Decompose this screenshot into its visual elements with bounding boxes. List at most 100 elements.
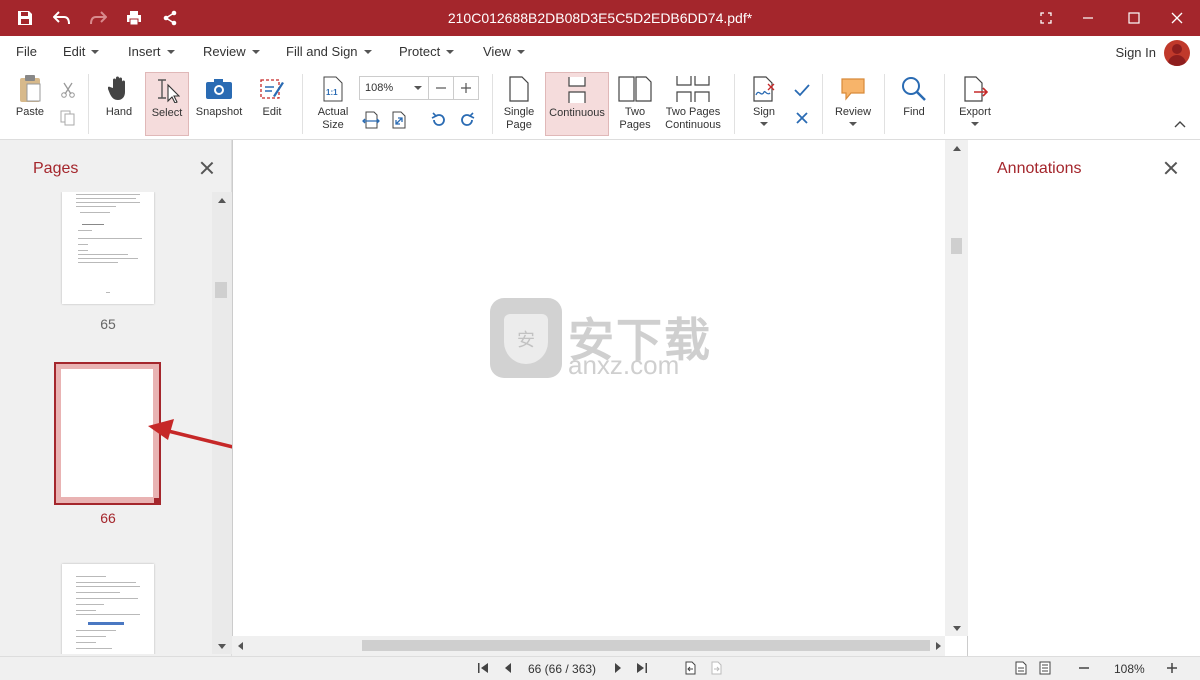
window-title: 210C012688B2DB08D3E5C5D2EDB6DD74.pdf* xyxy=(447,10,753,26)
watermark-en-text: anxz.com xyxy=(568,350,680,380)
copy-icon[interactable] xyxy=(58,108,78,128)
chevron-down-icon[interactable] xyxy=(414,86,422,90)
find-button[interactable]: Find xyxy=(896,72,932,119)
export-button[interactable]: Export xyxy=(955,72,995,126)
zoom-level[interactable]: 108% xyxy=(1114,662,1145,676)
menu-file[interactable]: File xyxy=(16,44,37,59)
sign-in-link[interactable]: Sign In xyxy=(1116,45,1156,60)
sign-label: Sign xyxy=(752,106,776,118)
select-button[interactable]: Select xyxy=(145,72,189,136)
single-page-view-icon[interactable] xyxy=(1013,660,1029,676)
checkmark-icon[interactable] xyxy=(792,80,812,100)
zoom-in-button[interactable] xyxy=(454,77,478,99)
scroll-up-icon[interactable] xyxy=(218,198,226,203)
go-back-view-icon[interactable] xyxy=(682,660,698,676)
maximize-icon[interactable] xyxy=(1124,8,1144,28)
fullscreen-icon[interactable] xyxy=(1036,8,1056,28)
scroll-up-icon[interactable] xyxy=(953,146,961,151)
last-page-icon[interactable] xyxy=(634,660,650,676)
menu-insert[interactable]: Insert xyxy=(128,44,175,59)
continuous-button[interactable]: Continuous xyxy=(545,72,609,136)
collapse-ribbon-icon[interactable] xyxy=(1170,114,1190,134)
paste-label: Paste xyxy=(15,106,45,118)
toolbar-separator xyxy=(822,74,823,134)
signature-icon xyxy=(751,72,777,106)
edit-button[interactable]: Edit xyxy=(254,72,290,119)
page-number-selected: 66 xyxy=(100,510,116,526)
menu-file-label: File xyxy=(16,44,37,59)
two-pages-label: Two Pages xyxy=(619,106,651,131)
sign-button[interactable]: Sign xyxy=(746,72,782,126)
two-pages-continuous-button[interactable]: Two Pages Continuous xyxy=(662,72,724,132)
close-window-icon[interactable] xyxy=(1167,8,1187,28)
menu-protect[interactable]: Protect xyxy=(399,44,455,59)
page-thumbnail[interactable] xyxy=(62,564,154,654)
first-page-icon[interactable] xyxy=(475,660,491,676)
single-page-button[interactable]: Single Page xyxy=(500,72,538,132)
menu-fill-and-sign-label: Fill and Sign xyxy=(286,44,358,59)
chevron-down-icon xyxy=(251,49,260,54)
rotate-left-icon[interactable] xyxy=(429,110,449,130)
menu-edit[interactable]: Edit xyxy=(63,44,100,59)
resize-handle[interactable] xyxy=(154,498,161,505)
document-vertical-scrollbar[interactable] xyxy=(945,140,968,636)
scroll-down-icon[interactable] xyxy=(953,626,961,631)
scroll-thumb[interactable] xyxy=(362,640,930,651)
minimize-icon[interactable] xyxy=(1078,8,1098,28)
minus-icon xyxy=(436,87,446,89)
chevron-down-icon xyxy=(849,122,857,126)
hand-icon xyxy=(108,72,130,106)
menu-fill-and-sign[interactable]: Fill and Sign xyxy=(286,44,372,59)
comment-icon xyxy=(840,72,866,106)
zoom-in-icon[interactable] xyxy=(1164,660,1180,676)
next-page-icon[interactable] xyxy=(610,660,626,676)
scroll-left-icon[interactable] xyxy=(238,642,243,650)
zoom-out-button[interactable] xyxy=(429,77,453,99)
scroll-down-icon[interactable] xyxy=(218,644,226,649)
zoom-combobox[interactable]: 108% xyxy=(359,76,479,100)
page-indicator[interactable]: 66 (66 / 363) xyxy=(528,662,596,676)
two-pages-button[interactable]: Two Pages xyxy=(614,72,656,132)
document-horizontal-scrollbar[interactable] xyxy=(232,636,945,656)
rotate-right-icon[interactable] xyxy=(457,110,477,130)
export-label: Export xyxy=(959,106,991,118)
zoom-value[interactable]: 108% xyxy=(360,82,414,94)
close-annotations-panel-icon[interactable] xyxy=(1164,161,1178,175)
page-thumbnail[interactable] xyxy=(62,192,154,304)
cross-icon[interactable] xyxy=(792,108,812,128)
camera-icon xyxy=(205,72,233,106)
paste-button[interactable]: Paste xyxy=(10,72,50,119)
chevron-down-icon xyxy=(166,49,175,54)
annotations-panel: Annotations xyxy=(968,140,1200,656)
continuous-label: Continuous xyxy=(549,107,605,119)
scroll-thumb[interactable] xyxy=(215,282,227,298)
pages-panel-title: Pages xyxy=(33,160,79,177)
avatar[interactable] xyxy=(1164,40,1190,66)
cut-icon[interactable] xyxy=(58,80,78,100)
fit-width-icon[interactable] xyxy=(361,110,381,130)
go-forward-view-icon[interactable] xyxy=(708,660,724,676)
chevron-down-icon xyxy=(760,122,768,126)
edit-label: Edit xyxy=(262,106,282,118)
snapshot-label: Snapshot xyxy=(195,106,243,118)
scroll-thumb[interactable] xyxy=(951,238,962,254)
scroll-right-icon[interactable] xyxy=(936,642,941,650)
hand-button[interactable]: Hand xyxy=(100,72,138,119)
document-view[interactable] xyxy=(232,140,968,656)
text-select-icon xyxy=(154,73,180,107)
actual-size-button[interactable]: 1:1 Actual Size xyxy=(312,72,354,132)
zoom-out-icon[interactable] xyxy=(1076,660,1092,676)
snapshot-button[interactable]: Snapshot xyxy=(196,72,242,119)
review-button[interactable]: Review xyxy=(832,72,874,126)
close-pages-panel-icon[interactable] xyxy=(200,161,214,175)
single-page-label: Single Page xyxy=(503,106,535,131)
continuous-view-icon[interactable] xyxy=(1037,660,1053,676)
toolbar-separator xyxy=(302,74,303,134)
previous-page-icon[interactable] xyxy=(500,660,516,676)
plus-icon xyxy=(461,83,471,93)
actual-size-label: Actual Size xyxy=(317,106,349,131)
menu-review[interactable]: Review xyxy=(203,44,260,59)
toolbar-separator xyxy=(734,74,735,134)
menu-view[interactable]: View xyxy=(483,44,525,59)
fit-page-icon[interactable] xyxy=(389,110,409,130)
